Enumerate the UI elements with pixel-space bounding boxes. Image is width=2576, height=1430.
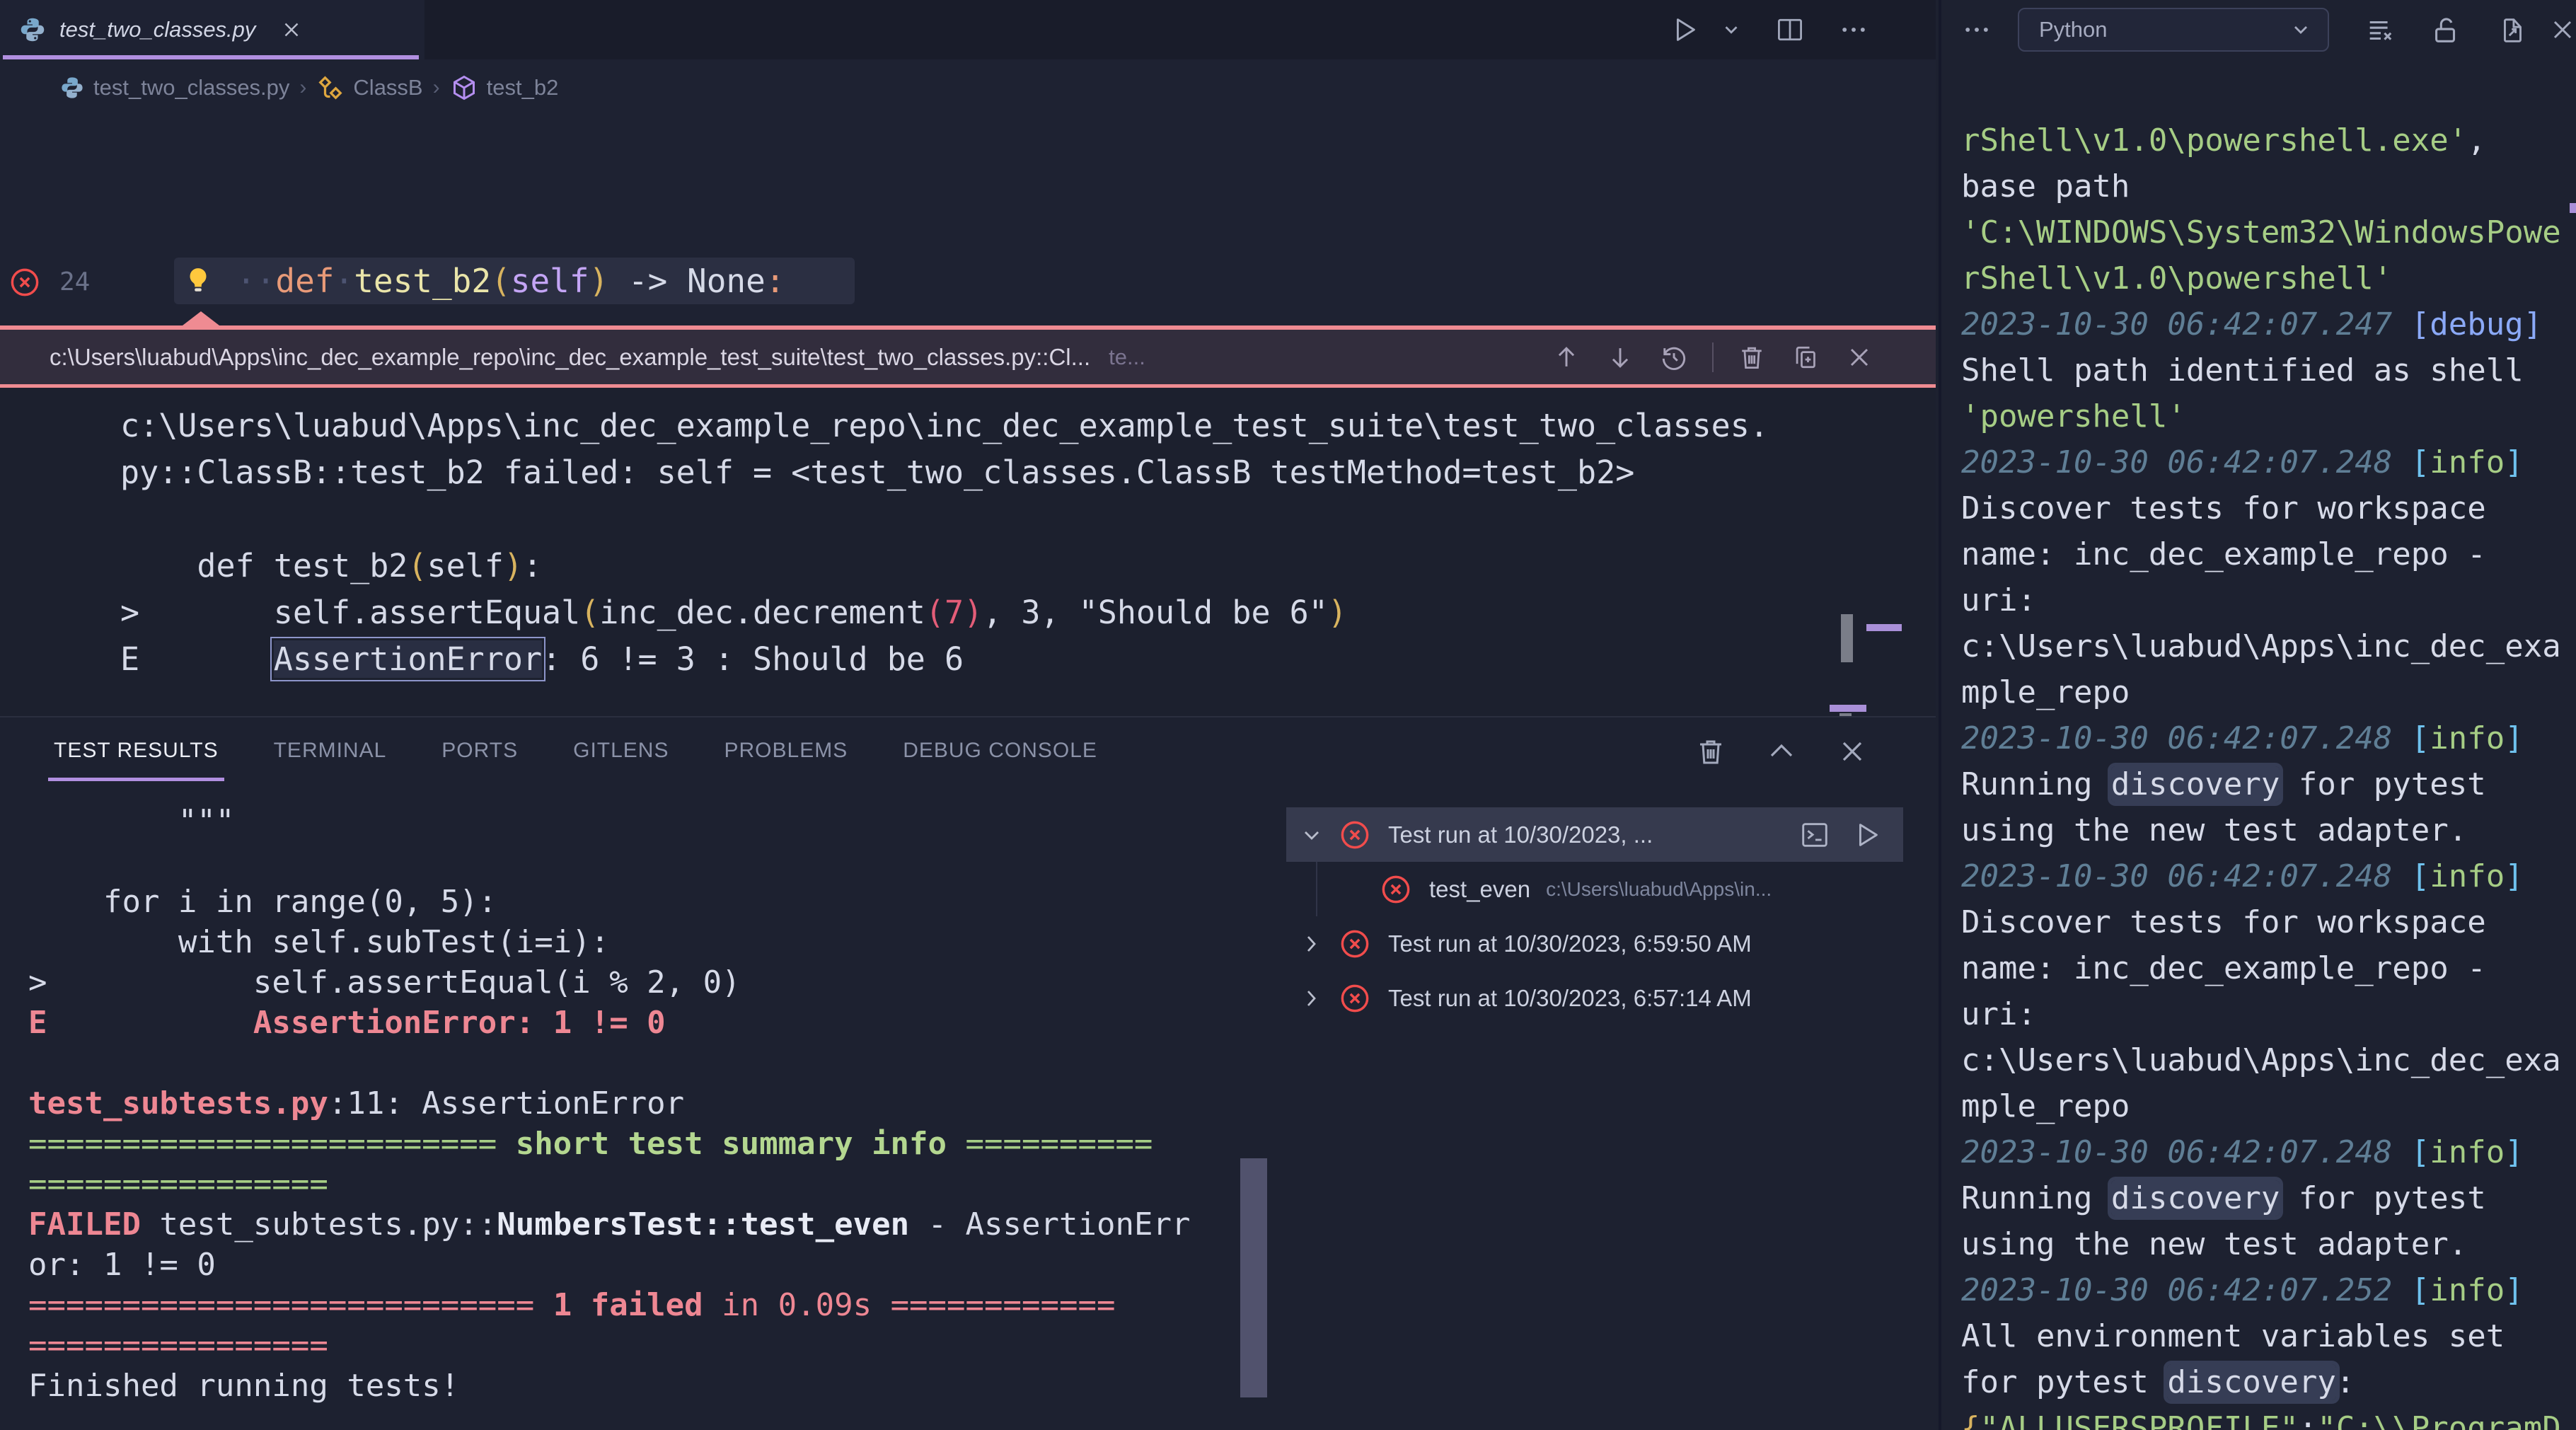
tab-ports[interactable]: PORTS <box>441 739 518 781</box>
test-run-label: Test run at 10/30/2023, 6:57:14 AM <box>1388 985 1752 1012</box>
test-failed-icon <box>1339 928 1371 960</box>
editor-tab-bar: test_two_classes.py <box>0 0 1936 59</box>
output-panel: Python rShell\v1.0\powershell.exe',base … <box>1939 0 2576 1430</box>
open-in-editor-icon[interactable] <box>2496 14 2529 47</box>
tab-close-icon[interactable] <box>279 18 304 42</box>
run-python-file-icon[interactable] <box>1668 13 1701 46</box>
output-channel-select[interactable]: Python <box>2018 8 2329 52</box>
code-line-24: ··def·test_b2(self) -> None: <box>236 258 785 304</box>
history-icon[interactable] <box>1658 342 1690 373</box>
chevron-down-icon <box>2289 18 2312 41</box>
overview-ruler-marker <box>1866 624 1902 631</box>
bottom-panel: TEST RESULTS TERMINAL PORTS GITLENS PROB… <box>0 716 1936 1430</box>
python-file-icon <box>18 16 47 44</box>
tab-gitlens[interactable]: GITLENS <box>573 739 669 781</box>
trash-icon[interactable] <box>1694 734 1728 768</box>
breadcrumb-class-label: ClassB <box>353 75 422 100</box>
breadcrumb-method[interactable]: test_b2 <box>450 74 559 102</box>
python-output-log: rShell\v1.0\powershell.exe',base path'C:… <box>1941 117 2576 1430</box>
peek-header-detail: te... <box>1109 345 1145 370</box>
test-run-row[interactable]: Test run at 10/30/2023, 6:59:50 AM <box>1286 916 1903 971</box>
tree-indent-guide <box>1316 862 1317 916</box>
panel-maximize-icon[interactable] <box>1764 734 1798 768</box>
peek-header-path: c:\Users\luabud\Apps\inc_dec_example_rep… <box>50 344 1090 371</box>
breadcrumb-method-label: test_b2 <box>487 75 559 100</box>
peek-scrollbar-thumb[interactable] <box>1841 614 1853 662</box>
output-channel-value: Python <box>2039 17 2108 42</box>
panel-actions <box>1694 734 1869 768</box>
arrow-up-icon[interactable] <box>1551 342 1582 373</box>
breadcrumb-class[interactable]: ClassB <box>316 74 422 102</box>
panel-tab-bar: TEST RESULTS TERMINAL PORTS GITLENS PROB… <box>54 739 1097 781</box>
chevron-right-icon[interactable] <box>1300 987 1323 1010</box>
test-file-path: c:\Users\luabud\Apps\in... <box>1546 878 1772 901</box>
tab-debug-console[interactable]: DEBUG CONSOLE <box>903 739 1097 781</box>
line-number: 24 <box>59 267 90 296</box>
editor-group: test_two_classes.py <box>0 0 1936 1430</box>
peek-header: c:\Users\luabud\Apps\inc_dec_example_rep… <box>0 330 1936 388</box>
chevron-right-icon: › <box>433 76 440 100</box>
more-actions-icon[interactable] <box>1838 14 1869 45</box>
class-icon <box>316 74 345 102</box>
test-failed-icon <box>1339 982 1371 1015</box>
editor-pane: 24 ··def·test_b2(self) -> None: c:\Users… <box>0 116 1936 716</box>
test-results-output: """ for i in range(0, 5): with self.subT… <box>0 801 1240 1406</box>
breadcrumb-file[interactable]: test_two_classes.py <box>59 75 289 100</box>
test-failed-icon <box>1380 873 1412 906</box>
test-run-tree: Test run at 10/30/2023, ... test_e <box>1286 807 1903 1025</box>
panel-close-icon[interactable] <box>1835 734 1869 768</box>
run-test-icon[interactable] <box>1851 819 1883 851</box>
overview-ruler-marker <box>1830 705 1866 712</box>
breadcrumb-file-label: test_two_classes.py <box>93 75 289 100</box>
run-dropdown-icon[interactable] <box>1721 19 1742 40</box>
toolbar-separator <box>1712 342 1714 372</box>
copy-icon[interactable] <box>1790 342 1821 373</box>
test-run-row[interactable]: Test run at 10/30/2023, 6:57:14 AM <box>1286 971 1903 1025</box>
tab-problems[interactable]: PROBLEMS <box>724 739 848 781</box>
close-icon[interactable] <box>2547 14 2576 45</box>
more-actions-icon[interactable] <box>1961 14 1992 45</box>
trash-icon[interactable] <box>1736 342 1767 373</box>
chevron-down-icon[interactable] <box>1300 824 1323 846</box>
test-failed-gutter-icon[interactable] <box>8 266 41 299</box>
tab-terminal[interactable]: TERMINAL <box>274 739 387 781</box>
breadcrumb: test_two_classes.py › ClassB › test_b2 <box>0 59 1936 116</box>
arrow-down-icon[interactable] <box>1605 342 1636 373</box>
test-run-row[interactable]: Test run at 10/30/2023, ... <box>1286 807 1903 862</box>
test-results-scrollbar[interactable] <box>1240 1158 1267 1397</box>
lightbulb-icon[interactable] <box>183 265 214 296</box>
split-editor-icon[interactable] <box>1774 14 1806 45</box>
vscode-window: test_two_classes.py <box>0 0 2576 1430</box>
output-toolbar: Python <box>1941 0 2576 59</box>
method-icon <box>450 74 478 102</box>
test-run-label: Test run at 10/30/2023, ... <box>1388 821 1653 848</box>
chevron-right-icon[interactable] <box>1300 933 1323 955</box>
python-file-icon <box>59 75 85 100</box>
chevron-right-icon: › <box>299 76 306 100</box>
unlock-icon[interactable] <box>2430 14 2462 47</box>
tab-test-results[interactable]: TEST RESULTS <box>54 739 219 781</box>
test-result-row[interactable]: test_even c:\Users\luabud\Apps\in... <box>1286 862 1903 916</box>
close-icon[interactable] <box>1844 342 1875 373</box>
tab-test-two-classes[interactable]: test_two_classes.py <box>0 0 424 59</box>
clear-output-icon[interactable] <box>2364 14 2397 47</box>
test-name: test_even <box>1429 876 1530 903</box>
test-run-label: Test run at 10/30/2023, 6:59:50 AM <box>1388 930 1752 957</box>
tab-title: test_two_classes.py <box>59 17 255 42</box>
test-failed-icon <box>1339 819 1371 851</box>
peek-pointer <box>183 311 219 325</box>
terminal-icon[interactable] <box>1798 819 1831 851</box>
overview-ruler-marker <box>2570 203 2576 213</box>
editor-actions <box>1648 0 1936 59</box>
